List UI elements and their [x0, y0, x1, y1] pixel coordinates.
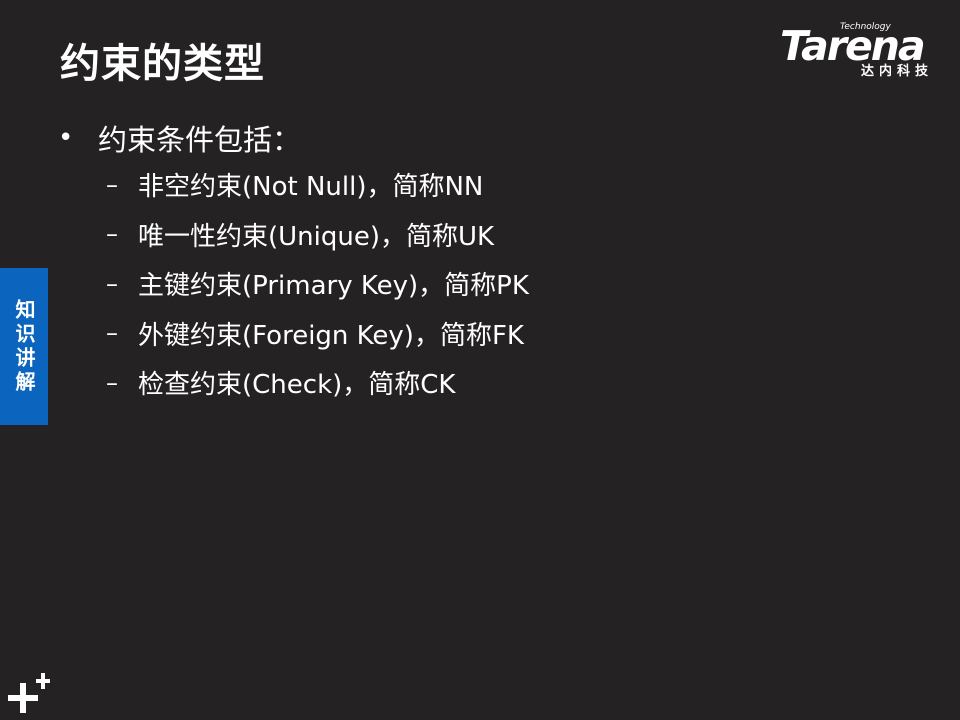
tarena-logo: Technology Tarena 达内科技: [778, 22, 948, 84]
slide: 约束的类型 Technology Tarena 达内科技 • 约束条件包括： –…: [0, 0, 960, 720]
sub-bullet-item: – 非空约束(Not Null)，简称NN: [56, 160, 916, 210]
bullet-dot-icon: •: [58, 123, 74, 153]
dash-icon: –: [106, 170, 118, 199]
logo-chinese-text: 达内科技: [861, 64, 934, 79]
sub-bullet-item: – 检查约束(Check)，简称CK: [56, 358, 916, 408]
sub-bullet-text: 唯一性约束(Unique)，简称UK: [138, 221, 495, 252]
dash-icon: –: [106, 368, 118, 397]
sub-bullet-item: – 唯一性约束(Unique)，简称UK: [56, 210, 916, 260]
sub-bullet-item: – 主键约束(Primary Key)，简称PK: [56, 259, 916, 309]
sub-bullet-text: 检查约束(Check)，简称CK: [138, 370, 456, 401]
slide-title: 约束的类型: [60, 41, 265, 87]
bullet-content: • 约束条件包括： – 非空约束(Not Null)，简称NN – 唯一性约束(…: [56, 116, 916, 408]
dash-icon: –: [106, 269, 118, 298]
sub-bullet-text: 外键约束(Foreign Key)，简称FK: [138, 320, 524, 351]
dash-icon: –: [106, 220, 118, 249]
sub-bullet-text: 非空约束(Not Null)，简称NN: [138, 172, 484, 203]
plus-plus-icon: [8, 673, 50, 713]
sub-bullet-list: – 非空约束(Not Null)，简称NN – 唯一性约束(Unique)，简称…: [56, 160, 916, 408]
dash-icon: –: [106, 319, 118, 348]
knowledge-side-tab: 知识讲解: [0, 268, 48, 425]
side-tab-label: 知识讲解: [12, 298, 36, 395]
sub-bullet-item: – 外键约束(Foreign Key)，简称FK: [56, 309, 916, 359]
logo-wordmark: Tarena: [780, 22, 926, 70]
bullet-item: • 约束条件包括：: [56, 116, 916, 160]
sub-bullet-text: 主键约束(Primary Key)，简称PK: [138, 271, 529, 302]
bullet-text: 约束条件包括：: [98, 123, 302, 157]
